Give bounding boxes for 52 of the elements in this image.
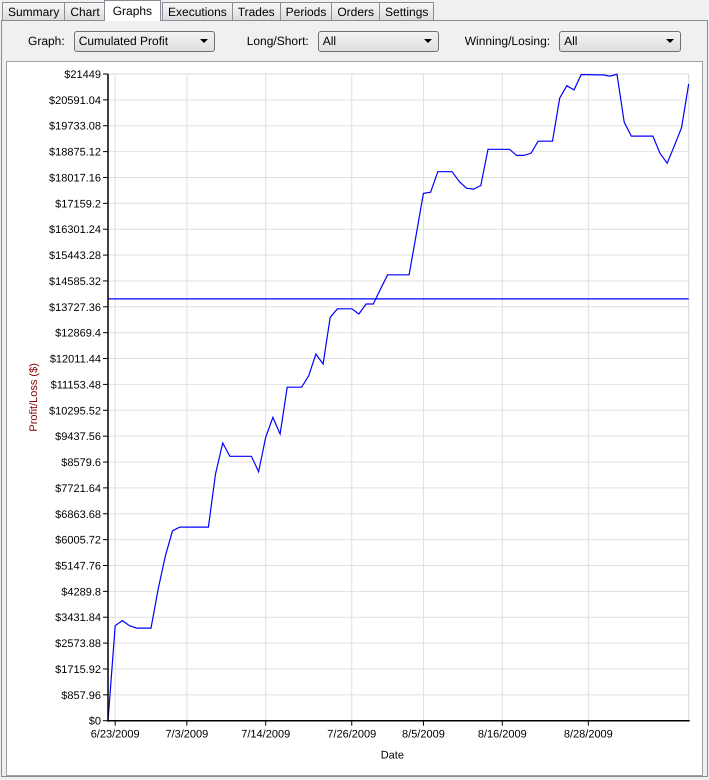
y-axis-title: Profit/Loss ($) [28,363,40,432]
dropdown[interactable]: All [318,30,439,52]
y-tick-label: $16301.24 [49,224,101,236]
tab[interactable]: Summary [2,2,66,20]
caret-icon [200,39,208,43]
y-tick-label: $18017.16 [49,172,101,184]
y-tick-label: $21449 [64,69,101,81]
y-tick-label: $19733.08 [49,120,101,133]
caret-icon [666,39,674,43]
y-tick-label: $857.96 [61,690,101,702]
tab[interactable]: Trades [232,2,281,20]
y-tick-label: $0 [88,716,101,728]
y-tick-label: $13727.36 [49,302,101,314]
tab[interactable]: Chart [64,2,106,20]
y-tick-label: $18875.12 [49,146,101,159]
y-tick-label: $9437.56 [55,431,101,444]
y-tick-label: $5147.76 [55,560,101,572]
x-tick-label: 8/16/2009 [478,728,527,741]
y-tick-label: $11153.48 [50,379,101,392]
x-tick-label: 8/5/2009 [402,728,445,741]
filter-label: Graph: [28,34,65,48]
tab[interactable]: Periods [280,2,332,20]
y-tick-label: $20591.04 [49,94,101,107]
y-tick-label: $1715.92 [55,664,101,676]
y-tick-label: $2573.88 [55,638,101,650]
tab[interactable]: Executions [162,2,233,20]
tab[interactable]: Graphs [104,0,162,21]
y-tick-label: $6005.72 [55,534,101,547]
dropdown[interactable]: All [559,30,682,52]
caret-icon [424,39,432,43]
y-tick-label: $7721.64 [55,482,101,495]
y-tick-label: $12869.4 [55,328,101,340]
x-tick-label: 6/23/2009 [90,728,140,741]
y-tick-label: $8579.6 [61,457,101,470]
y-tick-label: $15443.28 [49,250,101,262]
tab[interactable]: Orders [331,2,380,20]
y-tick-label: $3431.84 [55,612,101,624]
filter-label: Long/Short: [246,34,309,48]
x-tick-label: 7/14/2009 [241,728,290,741]
y-tick-label: $6863.68 [55,508,101,521]
filter-label: Winning/Losing: [464,34,550,48]
y-tick-label: $17159.2 [55,198,101,210]
x-axis-title: Date [380,750,404,762]
y-tick-label: $10295.52 [49,405,101,418]
y-tick-label: $14585.32 [49,276,101,288]
y-tick-label: $12011.44 [50,354,101,366]
dropdown[interactable]: Cumulated Profit [74,30,215,52]
tab[interactable]: Settings [379,2,434,20]
y-tick-label: $4289.8 [61,586,101,598]
x-tick-label: 7/3/2009 [165,728,208,741]
x-tick-label: 8/28/2009 [564,728,613,741]
x-tick-label: 7/26/2009 [327,728,376,741]
